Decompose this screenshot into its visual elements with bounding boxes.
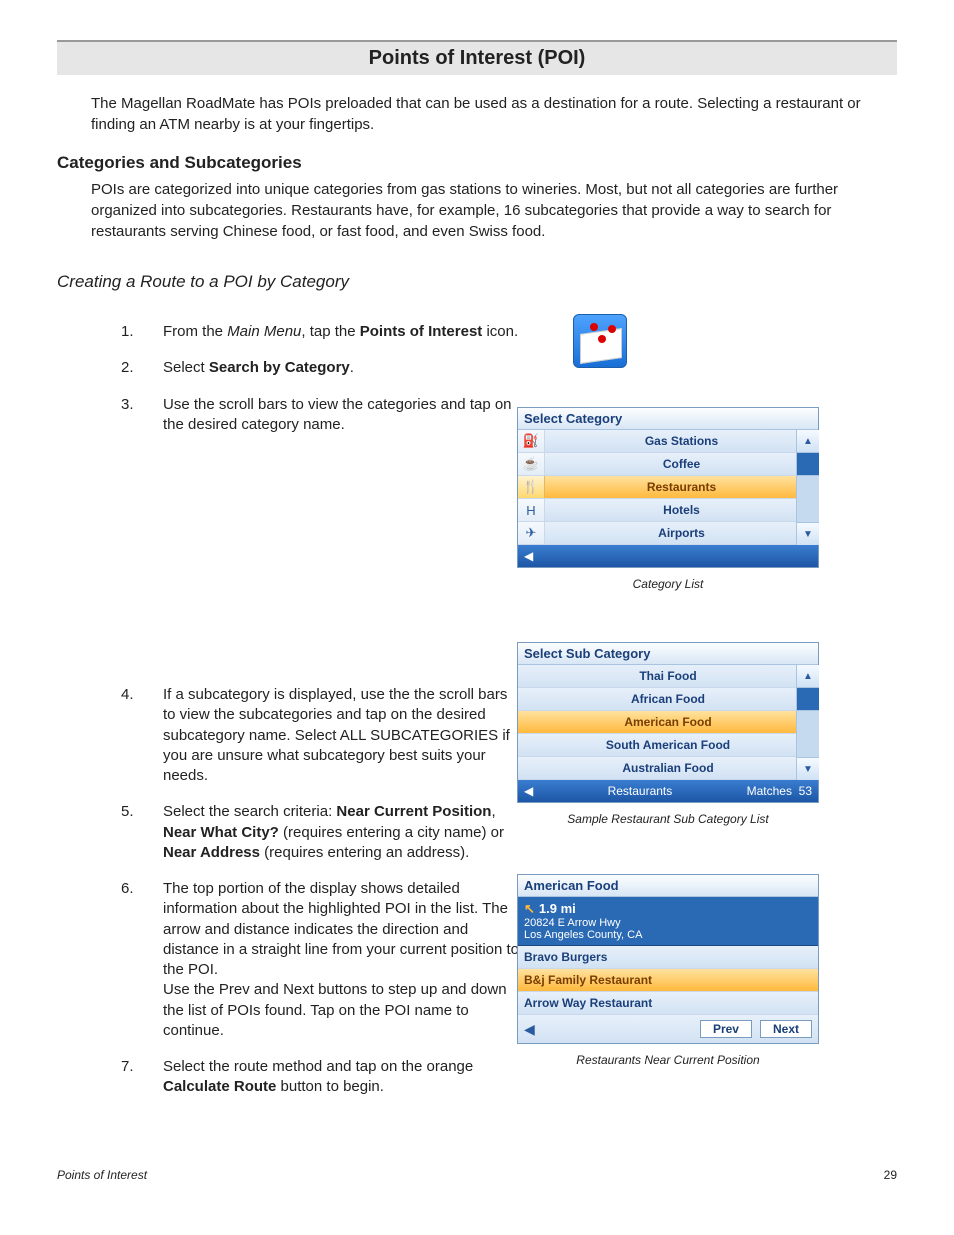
page-title: Points of Interest (POI) xyxy=(57,40,897,75)
back-icon[interactable]: ◀ xyxy=(524,549,533,563)
category-row-hotels[interactable]: HHotels xyxy=(518,499,818,522)
distance-value: 1.9 mi xyxy=(539,901,576,916)
coffee-icon: ☕ xyxy=(518,453,545,475)
poi-result-row[interactable]: Arrow Way Restaurant xyxy=(518,992,818,1015)
poi-info-block: ↖ 1.9 mi 20824 E Arrow Hwy Los Angeles Co… xyxy=(518,897,818,946)
back-icon[interactable]: ◀ xyxy=(524,1021,535,1038)
category-row-airports[interactable]: ✈Airports xyxy=(518,522,818,545)
subheading: Creating a Route to a POI by Category xyxy=(57,272,897,292)
matches-value: 53 xyxy=(799,784,812,798)
category-row-coffee[interactable]: ☕Coffee xyxy=(518,453,818,476)
device1-caption: Category List xyxy=(518,577,818,591)
device-poi-results: American Food ↖ 1.9 mi 20824 E Arrow Hwy … xyxy=(517,874,819,1044)
scroll-up-icon[interactable]: ▲ xyxy=(797,665,819,688)
airport-icon: ✈ xyxy=(518,522,545,544)
category-row-restaurants[interactable]: 🍴Restaurants xyxy=(518,476,818,499)
device1-title: Select Category xyxy=(518,408,818,430)
direction-arrow-icon: ↖ xyxy=(524,901,535,916)
section-heading: Categories and Subcategories xyxy=(57,153,897,173)
scroll-track[interactable] xyxy=(797,476,819,522)
matches-label: Matches xyxy=(747,784,792,798)
poi-result-row-selected[interactable]: B&j Family Restaurant xyxy=(518,969,818,992)
poi-result-row[interactable]: Bravo Burgers xyxy=(518,946,818,969)
scroll-down-icon[interactable]: ▼ xyxy=(797,522,819,545)
subcat-row[interactable]: Thai Food xyxy=(518,665,818,688)
nav-label: Restaurants xyxy=(533,784,746,798)
device3-title: American Food xyxy=(518,875,818,897)
device-category-list: Select Category ⛽Gas Stations ☕Coffee 🍴R… xyxy=(517,407,819,568)
scrollbar[interactable]: ▲ ▼ xyxy=(796,430,819,545)
subcat-row[interactable]: South American Food xyxy=(518,734,818,757)
page-footer: Points of Interest 29 xyxy=(57,1168,897,1182)
back-icon[interactable]: ◀ xyxy=(524,784,533,798)
prev-button[interactable]: Prev xyxy=(700,1020,752,1038)
footer-page-number: 29 xyxy=(884,1168,897,1182)
device2-nav: ◀ Restaurants Matches 53 xyxy=(518,780,818,802)
next-button[interactable]: Next xyxy=(760,1020,812,1038)
address-line-2: Los Angeles County, CA xyxy=(524,929,812,941)
device3-caption: Restaurants Near Current Position xyxy=(518,1053,818,1067)
device1-nav: ◀ xyxy=(518,545,818,567)
step-1: From the Main Menu, tap the Points of In… xyxy=(121,322,897,342)
intro-paragraph: The Magellan RoadMate has POIs preloaded… xyxy=(91,93,897,135)
subcat-row[interactable]: Australian Food xyxy=(518,757,818,780)
scroll-track[interactable] xyxy=(797,711,819,757)
step-2: Select Search by Category. xyxy=(121,358,897,378)
device3-bottom-nav: ◀ Prev Next xyxy=(518,1015,818,1043)
device-subcategory-list: Select Sub Category Thai Food African Fo… xyxy=(517,642,819,803)
section-text: POIs are categorized into unique categor… xyxy=(91,179,897,242)
scroll-down-icon[interactable]: ▼ xyxy=(797,757,819,780)
restaurant-icon: 🍴 xyxy=(518,476,545,498)
gas-icon: ⛽ xyxy=(518,430,545,452)
footer-left: Points of Interest xyxy=(57,1168,147,1182)
scroll-thumb[interactable] xyxy=(797,688,819,711)
subcat-row[interactable]: African Food xyxy=(518,688,818,711)
scrollbar[interactable]: ▲ ▼ xyxy=(796,665,819,780)
subcat-row-selected[interactable]: American Food xyxy=(518,711,818,734)
device2-title: Select Sub Category xyxy=(518,643,818,665)
address-line-1: 20824 E Arrow Hwy xyxy=(524,917,812,929)
scroll-up-icon[interactable]: ▲ xyxy=(797,430,819,453)
scroll-thumb[interactable] xyxy=(797,453,819,476)
device2-caption: Sample Restaurant Sub Category List xyxy=(518,812,818,826)
hotel-icon: H xyxy=(518,499,545,521)
category-row-gas[interactable]: ⛽Gas Stations xyxy=(518,430,818,453)
